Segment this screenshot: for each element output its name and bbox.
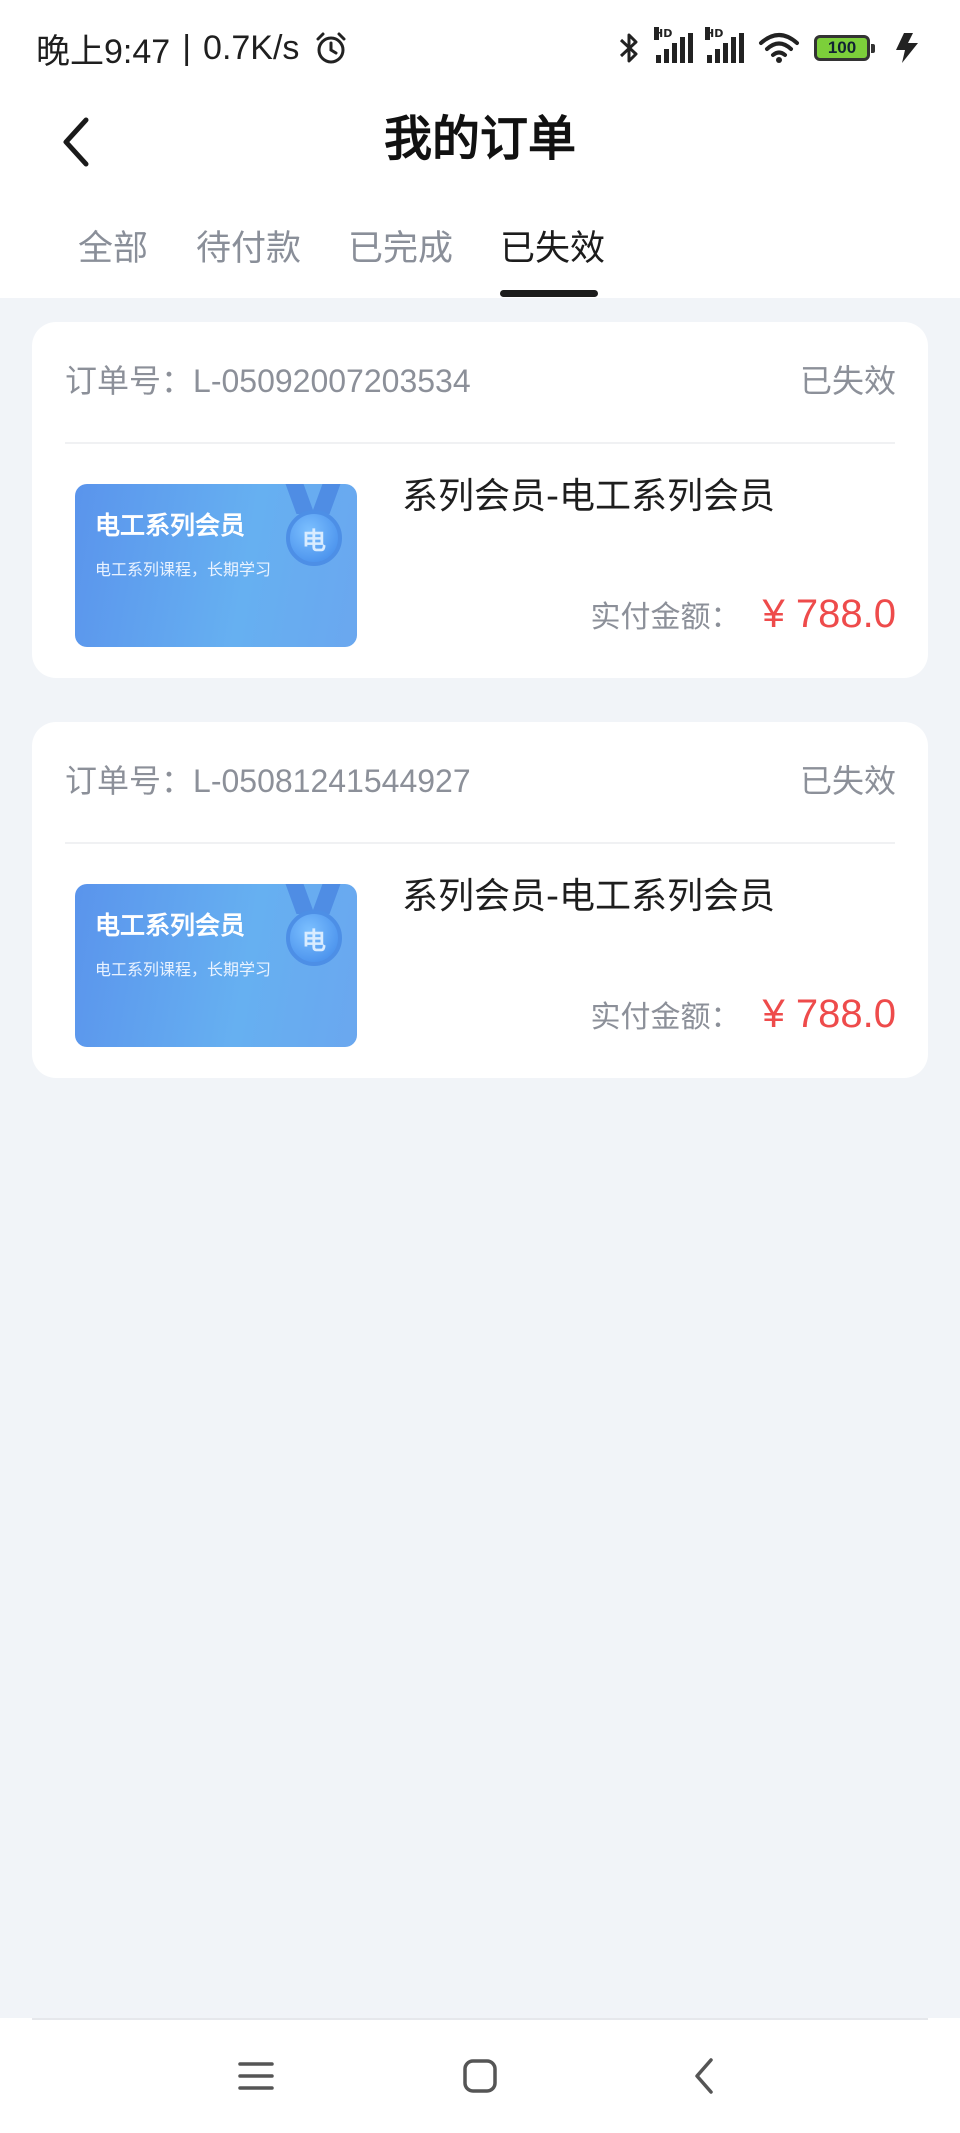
status-left: 晚上9:47 | 0.7K/s: [36, 26, 349, 71]
paid-amount-label: 实付金额：: [590, 1000, 741, 1035]
signal-icon-1: HD: [654, 27, 693, 63]
product-name: 系列会员-电工系列会员: [402, 476, 775, 517]
order-tabs: 全部 待付款 已完成 已失效: [0, 210, 960, 298]
card-divider: [65, 442, 895, 444]
tab-all[interactable]: 全部: [78, 224, 148, 274]
home-button[interactable]: [450, 2046, 510, 2106]
active-tab-indicator: [500, 290, 598, 297]
thumbnail-title: 电工系列会员: [95, 911, 246, 940]
medal-ribbon-icon: [291, 884, 335, 912]
thumbnail-subtitle: 电工系列课程，长期学习: [95, 560, 272, 579]
paid-amount: ¥ 788.0: [762, 592, 896, 636]
order-number: 订单号：L-05092007203534: [65, 358, 471, 404]
medal-label: 电: [302, 926, 326, 955]
tab-pending-payment[interactable]: 待付款: [196, 224, 301, 274]
paid-amount: ¥ 788.0: [762, 992, 896, 1036]
card-divider: [65, 842, 895, 844]
tab-expired[interactable]: 已失效: [500, 224, 605, 274]
status-bar: 晚上9:47 | 0.7K/s HD HD 100: [0, 0, 960, 96]
order-number: 订单号：L-05081241544927: [65, 758, 471, 804]
top-header-area: 晚上9:47 | 0.7K/s HD HD 100 我的订单 全部 待付款 已完…: [0, 0, 960, 298]
alarm-icon: [313, 30, 349, 66]
medal-label: 电: [302, 526, 326, 555]
bluetooth-icon: [616, 30, 642, 66]
order-number-value: L-05092007203534: [193, 363, 471, 399]
tab-completed[interactable]: 已完成: [348, 224, 453, 274]
payment-row: 实付金额： ¥ 788.0: [591, 592, 896, 637]
wifi-icon: [758, 31, 800, 65]
thumbnail-title: 电工系列会员: [95, 511, 246, 540]
nav-divider: [32, 2018, 928, 2020]
page-title: 我的订单: [383, 111, 576, 167]
medal-ribbon-icon: [291, 484, 335, 512]
status-time: 晚上9:47: [36, 32, 171, 71]
order-number-label: 订单号：: [65, 762, 194, 800]
paid-amount-label: 实付金额：: [590, 600, 741, 635]
order-number-value: L-05081241544927: [193, 763, 471, 799]
system-back-button[interactable]: [674, 2046, 734, 2106]
network-speed: 0.7K/s: [203, 28, 300, 67]
order-card[interactable]: 订单号：L-05081241544927 已失效 电工系列会员 电工系列课程，长…: [32, 722, 928, 1078]
product-thumbnail: 电工系列会员 电工系列课程，长期学习 电: [75, 884, 357, 1047]
menu-button[interactable]: [226, 2046, 286, 2106]
status-right: HD HD 100: [616, 26, 922, 70]
product-name: 系列会员-电工系列会员: [402, 876, 775, 917]
hd-label: HD: [654, 27, 673, 40]
signal-icon-2: HD: [705, 27, 744, 63]
medal-icon: 电: [286, 510, 342, 566]
status-separator: |: [182, 28, 192, 67]
thumbnail-subtitle: 电工系列课程，长期学习: [95, 960, 272, 979]
battery-icon: 100: [814, 35, 875, 61]
order-status: 已失效: [799, 362, 896, 400]
order-number-label: 订单号：: [65, 362, 194, 400]
product-thumbnail: 电工系列会员 电工系列课程，长期学习 电: [75, 484, 357, 647]
nav-bar: 我的订单: [0, 96, 960, 192]
medal-icon: 电: [286, 910, 342, 966]
menu-icon: [238, 2062, 274, 2090]
home-square-icon: [463, 2059, 497, 2093]
order-card[interactable]: 订单号：L-05092007203534 已失效 电工系列会员 电工系列课程，长…: [32, 322, 928, 678]
battery-level: 100: [827, 38, 857, 57]
payment-row: 实付金额： ¥ 788.0: [591, 992, 896, 1037]
lightning-icon: [892, 31, 922, 65]
back-triangle-icon: [695, 2058, 713, 2094]
order-status: 已失效: [799, 762, 896, 800]
system-nav-bar: [0, 2018, 960, 2133]
hd-label: HD: [705, 27, 724, 40]
